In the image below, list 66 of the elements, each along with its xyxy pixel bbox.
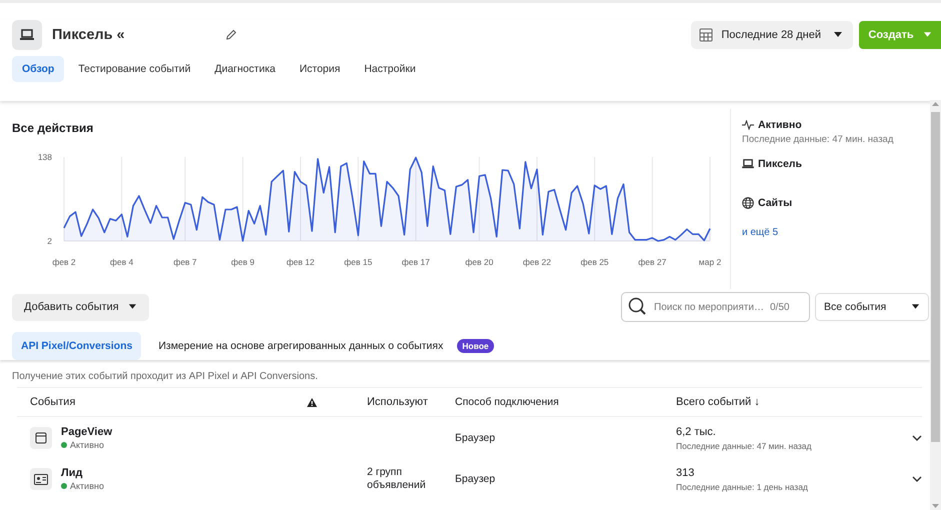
laptop-icon xyxy=(742,159,754,169)
caret-icon xyxy=(833,32,843,38)
x-tick-label: фев 22 xyxy=(522,257,552,267)
x-tick-label: фев 25 xyxy=(580,257,609,267)
tab[interactable]: Настройки xyxy=(354,56,426,82)
column-header[interactable]: Способ подключения xyxy=(455,396,559,408)
laptop-icon xyxy=(12,20,42,50)
x-tick-label: фев 4 xyxy=(110,257,134,267)
search-field[interactable]: Поиск по мероприяти… xyxy=(654,302,764,312)
source-tab[interactable]: Измерение на основе агрегированных данных о событиях Новое xyxy=(149,332,503,360)
event-name[interactable]: PageView xyxy=(61,426,112,438)
tab[interactable]: Диагностика xyxy=(204,56,286,82)
x-tick-label: фев 17 xyxy=(402,257,430,267)
caret-icon xyxy=(128,304,137,310)
source-note: Получение этих событий проходит из API Pixel и API Conversions. xyxy=(11,371,319,382)
chevron-icon[interactable] xyxy=(912,476,922,482)
source-tab[interactable]: API Pixel/Conversions xyxy=(12,332,142,360)
last-data-text: Последние данные: 47 мин. назад xyxy=(676,440,812,450)
tab[interactable]: Тестирование событий xyxy=(68,56,201,82)
search-icon xyxy=(628,297,648,317)
pulse-icon xyxy=(742,120,754,130)
column-header[interactable]: Используют xyxy=(367,396,428,408)
tab[interactable]: Обзор xyxy=(12,56,64,82)
event-name[interactable]: Лид xyxy=(61,467,104,479)
globe-icon xyxy=(742,197,754,209)
x-tick-label: фев 12 xyxy=(286,257,315,267)
pencil-icon[interactable] xyxy=(224,29,237,41)
event-icon xyxy=(30,427,52,449)
caret-icon xyxy=(911,304,920,310)
date-range-button[interactable]: Последние 28 дней xyxy=(691,21,853,49)
new-badge: Новое xyxy=(457,339,494,353)
caret-icon xyxy=(922,32,932,38)
y-tick-label: 138 xyxy=(38,152,52,162)
character-counter: 0/50 xyxy=(770,302,790,312)
event-total: 313 xyxy=(676,466,696,478)
x-tick-label: фев 20 xyxy=(465,257,494,267)
pixel-title: Пиксель « xyxy=(52,27,125,43)
calendar-icon xyxy=(699,28,714,42)
x-tick-label: фев 15 xyxy=(344,257,372,267)
status-text: Активно xyxy=(70,440,104,450)
tab[interactable]: История xyxy=(289,56,350,82)
warning-icon xyxy=(307,398,317,406)
x-tick-label: фев 7 xyxy=(173,257,198,267)
y-tick-label: 2 xyxy=(47,236,52,246)
last-data-text: Последние данные: 1 день назад xyxy=(676,482,809,492)
status-text: Активно xyxy=(70,481,104,491)
add-events-button[interactable]: Добавить события xyxy=(12,294,149,320)
section-title: Все действия xyxy=(12,121,94,135)
events-filter-dropdown[interactable]: Все события xyxy=(815,293,929,321)
pixel-label: Пиксель xyxy=(758,158,802,170)
last-data-text: Последние данные: 47 мин. назад xyxy=(742,134,894,145)
x-tick-label: фев 2 xyxy=(52,257,76,267)
status-label: Активно xyxy=(758,119,802,131)
x-tick-label: фев 27 xyxy=(638,257,667,267)
chevron-icon[interactable] xyxy=(912,435,922,441)
x-tick-label: фев 9 xyxy=(231,257,255,267)
column-header[interactable]: События xyxy=(30,396,76,408)
table-cell: Браузер xyxy=(455,432,496,444)
table-cell-text: 2 групп объявлений xyxy=(367,466,427,492)
more-link[interactable]: и ещё 5 xyxy=(742,227,778,238)
x-tick-label: мар 2 xyxy=(698,257,722,267)
table-cell: Браузер xyxy=(455,473,496,485)
event-total: 6,2 тыс. xyxy=(676,426,717,438)
sites-label: Сайты xyxy=(758,197,792,209)
event-icon xyxy=(30,468,52,490)
column-header[interactable]: Всего событий ↓ xyxy=(676,396,760,408)
